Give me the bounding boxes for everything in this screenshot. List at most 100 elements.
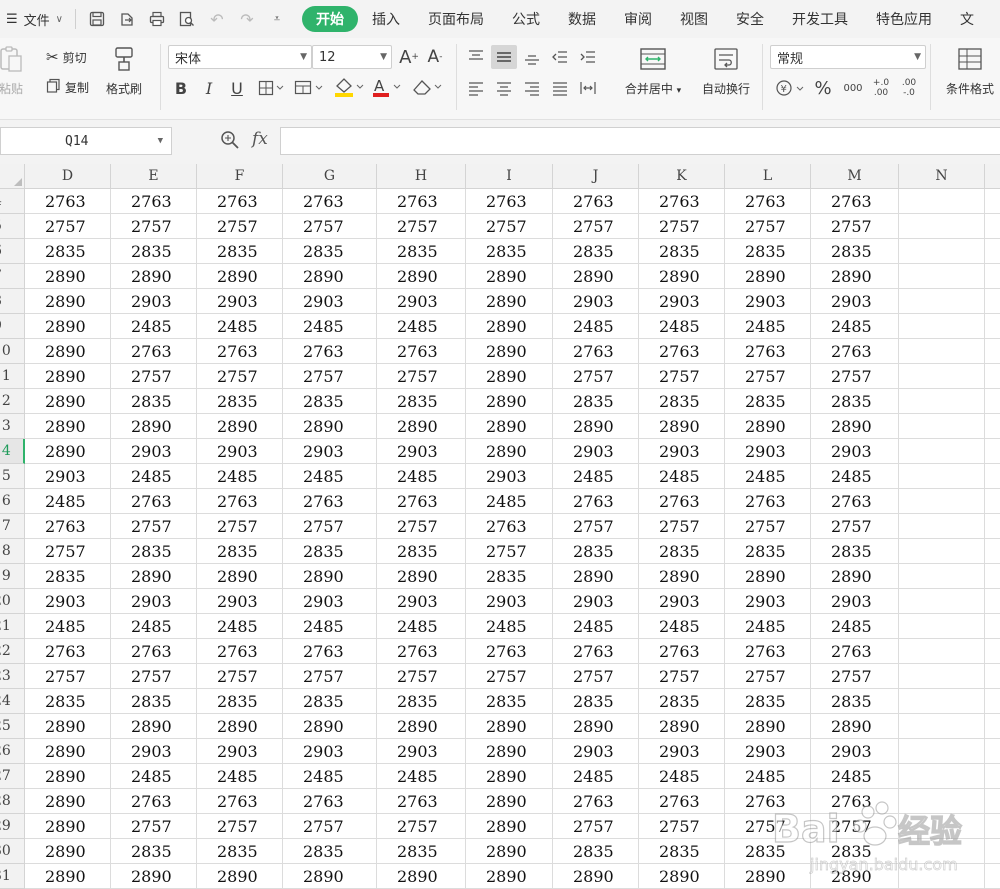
cell-j19[interactable]: 2890 bbox=[553, 564, 639, 589]
cell-l7[interactable]: 2890 bbox=[725, 264, 811, 289]
cell-f19[interactable]: 2890 bbox=[197, 564, 283, 589]
cell-k25[interactable]: 2890 bbox=[639, 714, 725, 739]
conditional-format-button[interactable]: 条件格式 bbox=[938, 44, 1000, 97]
cell-f28[interactable]: 2763 bbox=[197, 789, 283, 814]
cell-partial[interactable] bbox=[985, 514, 1000, 539]
cell-l11[interactable]: 2757 bbox=[725, 364, 811, 389]
cell-i14[interactable]: 2890 bbox=[466, 439, 553, 464]
cell-f5[interactable]: 2757 bbox=[197, 214, 283, 239]
cell-k21[interactable]: 2485 bbox=[639, 614, 725, 639]
cell-d20[interactable]: 2903 bbox=[25, 589, 111, 614]
cell-h31[interactable]: 2890 bbox=[377, 864, 466, 889]
cell-f8[interactable]: 2903 bbox=[197, 289, 283, 314]
cell-f13[interactable]: 2890 bbox=[197, 414, 283, 439]
cell-n16[interactable] bbox=[899, 489, 985, 514]
cell-d24[interactable]: 2835 bbox=[25, 689, 111, 714]
cell-e31[interactable]: 2890 bbox=[111, 864, 197, 889]
cell-i12[interactable]: 2890 bbox=[466, 389, 553, 414]
column-header-d[interactable]: D bbox=[25, 164, 111, 189]
cell-g7[interactable]: 2890 bbox=[283, 264, 377, 289]
decrease-font-size-icon[interactable]: A- bbox=[424, 45, 446, 69]
cell-g15[interactable]: 2485 bbox=[283, 464, 377, 489]
cell-g10[interactable]: 2763 bbox=[283, 339, 377, 364]
cell-l13[interactable]: 2890 bbox=[725, 414, 811, 439]
cell-g31[interactable]: 2890 bbox=[283, 864, 377, 889]
cell-k7[interactable]: 2890 bbox=[639, 264, 725, 289]
cell-g20[interactable]: 2903 bbox=[283, 589, 377, 614]
cell-h20[interactable]: 2903 bbox=[377, 589, 466, 614]
cell-e11[interactable]: 2757 bbox=[111, 364, 197, 389]
cell-n21[interactable] bbox=[899, 614, 985, 639]
number-format-select[interactable]: 常规 ▼ bbox=[770, 45, 926, 69]
cell-e25[interactable]: 2890 bbox=[111, 714, 197, 739]
row-header[interactable]: 14 bbox=[0, 439, 25, 464]
cell-d31[interactable]: 2890 bbox=[25, 864, 111, 889]
cell-l10[interactable]: 2763 bbox=[725, 339, 811, 364]
cell-h21[interactable]: 2485 bbox=[377, 614, 466, 639]
copy-button[interactable]: 复制 bbox=[46, 78, 89, 96]
cell-e5[interactable]: 2757 bbox=[111, 214, 197, 239]
cell-g13[interactable]: 2890 bbox=[283, 414, 377, 439]
row-header[interactable]: 13 bbox=[0, 414, 25, 439]
cell-l27[interactable]: 2485 bbox=[725, 764, 811, 789]
cell-i31[interactable]: 2890 bbox=[466, 864, 553, 889]
cell-l29[interactable]: 2757 bbox=[725, 814, 811, 839]
cell-k30[interactable]: 2835 bbox=[639, 839, 725, 864]
cell-i11[interactable]: 2890 bbox=[466, 364, 553, 389]
column-header-l[interactable]: L bbox=[725, 164, 811, 189]
cell-j7[interactable]: 2890 bbox=[553, 264, 639, 289]
cell-g11[interactable]: 2757 bbox=[283, 364, 377, 389]
cell-j4[interactable]: 2763 bbox=[553, 189, 639, 214]
cell-m4[interactable]: 2763 bbox=[811, 189, 899, 214]
cell-d9[interactable]: 2890 bbox=[25, 314, 111, 339]
cell-i17[interactable]: 2763 bbox=[466, 514, 553, 539]
cell-j29[interactable]: 2757 bbox=[553, 814, 639, 839]
cell-g5[interactable]: 2757 bbox=[283, 214, 377, 239]
cell-f25[interactable]: 2890 bbox=[197, 714, 283, 739]
cell-f26[interactable]: 2903 bbox=[197, 739, 283, 764]
row-header[interactable]: 19 bbox=[0, 564, 25, 589]
font-color-icon[interactable]: A bbox=[372, 74, 402, 100]
cell-h4[interactable]: 2763 bbox=[377, 189, 466, 214]
font-name-select[interactable]: 宋体 ▼ bbox=[168, 45, 312, 69]
row-header[interactable]: 23 bbox=[0, 664, 25, 689]
cell-m14[interactable]: 2903 bbox=[811, 439, 899, 464]
tab-developer[interactable]: 开发工具 bbox=[778, 6, 862, 32]
cell-m26[interactable]: 2903 bbox=[811, 739, 899, 764]
row-header[interactable]: 5 bbox=[0, 214, 25, 239]
cell-m22[interactable]: 2763 bbox=[811, 639, 899, 664]
cell-d15[interactable]: 2903 bbox=[25, 464, 111, 489]
cell-d18[interactable]: 2757 bbox=[25, 539, 111, 564]
cell-l25[interactable]: 2890 bbox=[725, 714, 811, 739]
font-size-select[interactable]: 12 ▼ bbox=[312, 45, 392, 69]
cell-g29[interactable]: 2757 bbox=[283, 814, 377, 839]
cell-l17[interactable]: 2757 bbox=[725, 514, 811, 539]
cell-h30[interactable]: 2835 bbox=[377, 839, 466, 864]
cell-g24[interactable]: 2835 bbox=[283, 689, 377, 714]
cell-m8[interactable]: 2903 bbox=[811, 289, 899, 314]
tab-view[interactable]: 视图 bbox=[666, 6, 722, 32]
italic-icon[interactable]: I bbox=[198, 76, 220, 100]
row-header[interactable]: 9 bbox=[0, 314, 25, 339]
increase-decimal-icon[interactable]: +.0 .00 bbox=[868, 76, 894, 100]
cell-e14[interactable]: 2903 bbox=[111, 439, 197, 464]
cell-partial[interactable] bbox=[985, 664, 1000, 689]
zoom-icon[interactable] bbox=[220, 130, 240, 155]
cell-k22[interactable]: 2763 bbox=[639, 639, 725, 664]
cell-h17[interactable]: 2757 bbox=[377, 514, 466, 539]
formula-input[interactable] bbox=[280, 127, 1000, 155]
cell-m19[interactable]: 2890 bbox=[811, 564, 899, 589]
cell-m28[interactable]: 2763 bbox=[811, 789, 899, 814]
cell-i29[interactable]: 2890 bbox=[466, 814, 553, 839]
underline-icon[interactable]: U bbox=[226, 76, 248, 100]
cell-g6[interactable]: 2835 bbox=[283, 239, 377, 264]
cell-l26[interactable]: 2903 bbox=[725, 739, 811, 764]
cell-n25[interactable] bbox=[899, 714, 985, 739]
cell-h13[interactable]: 2890 bbox=[377, 414, 466, 439]
column-header-m[interactable]: M bbox=[811, 164, 899, 189]
cell-k13[interactable]: 2890 bbox=[639, 414, 725, 439]
cell-h22[interactable]: 2763 bbox=[377, 639, 466, 664]
row-header[interactable]: 8 bbox=[0, 289, 25, 314]
row-header[interactable]: 27 bbox=[0, 764, 25, 789]
cell-j5[interactable]: 2757 bbox=[553, 214, 639, 239]
